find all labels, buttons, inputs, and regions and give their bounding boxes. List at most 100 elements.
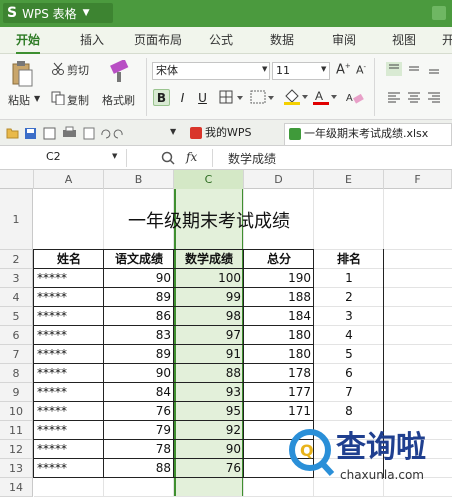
- table-cell[interactable]: 79: [107, 421, 171, 440]
- row-header[interactable]: 10: [0, 402, 33, 421]
- row-header[interactable]: 13: [0, 459, 33, 478]
- table-cell[interactable]: 总分: [247, 250, 311, 269]
- table-cell[interactable]: 86: [107, 307, 171, 326]
- tab-view[interactable]: 视图: [392, 27, 416, 54]
- table-cell[interactable]: 3: [317, 307, 381, 326]
- table-cell[interactable]: 188: [247, 288, 311, 307]
- row-header[interactable]: 5: [0, 307, 33, 326]
- table-cell[interactable]: 2: [317, 288, 381, 307]
- column-header-b[interactable]: B: [104, 170, 174, 189]
- copy-button[interactable]: 复制: [67, 92, 89, 108]
- table-cell[interactable]: 190: [247, 269, 311, 288]
- skin-icon[interactable]: [432, 6, 446, 20]
- row-header[interactable]: 14: [0, 478, 33, 497]
- tab-data[interactable]: 数据: [270, 27, 294, 54]
- bold-button[interactable]: B: [153, 89, 170, 106]
- table-cell[interactable]: 97: [177, 326, 241, 345]
- column-header-f[interactable]: F: [384, 170, 452, 189]
- horizontal-align-icons[interactable]: [386, 90, 446, 104]
- table-cell[interactable]: 177: [247, 383, 311, 402]
- tab-review[interactable]: 审阅: [332, 27, 356, 54]
- tab-my-wps[interactable]: 我的WPS: [186, 123, 278, 145]
- row-header[interactable]: 6: [0, 326, 33, 345]
- table-cell[interactable]: 76: [107, 402, 171, 421]
- table-cell[interactable]: *****: [37, 307, 101, 326]
- italic-button[interactable]: I: [174, 89, 191, 106]
- cut-button[interactable]: 剪切: [67, 62, 89, 78]
- row-header[interactable]: 11: [0, 421, 33, 440]
- table-cell[interactable]: 184: [247, 307, 311, 326]
- table-cell[interactable]: 180: [247, 345, 311, 364]
- table-cell[interactable]: 98: [177, 307, 241, 326]
- table-cell[interactable]: 91: [177, 345, 241, 364]
- shrink-font-icon[interactable]: A-: [356, 63, 366, 77]
- table-cell[interactable]: 5: [317, 345, 381, 364]
- table-cell[interactable]: 语文成绩: [107, 250, 171, 269]
- table-cell[interactable]: 89: [107, 288, 171, 307]
- table-cell[interactable]: 4: [317, 326, 381, 345]
- table-cell[interactable]: 76: [177, 459, 241, 478]
- fill-color-icon[interactable]: [283, 88, 309, 106]
- row-header[interactable]: 3: [0, 269, 33, 288]
- font-name-select[interactable]: 宋体: [152, 62, 270, 80]
- table-cell[interactable]: 180: [247, 326, 311, 345]
- table-cell[interactable]: 姓名: [37, 250, 101, 269]
- table-cell[interactable]: 88: [107, 459, 171, 478]
- table-cell[interactable]: *****: [37, 402, 101, 421]
- table-cell[interactable]: *****: [37, 364, 101, 383]
- column-header-a[interactable]: A: [34, 170, 104, 189]
- formula-input[interactable]: 数学成绩: [228, 150, 276, 167]
- merge-cells-icon[interactable]: [250, 90, 278, 105]
- table-cell[interactable]: *****: [37, 383, 101, 402]
- table-cell[interactable]: 1: [317, 269, 381, 288]
- column-header-d[interactable]: D: [244, 170, 314, 189]
- row-header[interactable]: 12: [0, 440, 33, 459]
- underline-button[interactable]: U: [194, 89, 211, 106]
- tab-formulas[interactable]: 公式: [209, 27, 233, 54]
- clear-format-icon[interactable]: A: [345, 89, 365, 105]
- row-header[interactable]: 9: [0, 383, 33, 402]
- sheet-title[interactable]: 一年级期末考试成绩: [34, 207, 384, 237]
- table-cell[interactable]: 90: [107, 269, 171, 288]
- table-cell[interactable]: 7: [317, 383, 381, 402]
- chevron-down-icon[interactable]: ▼: [170, 127, 176, 136]
- app-menu-button[interactable]: S WPS 表格 ▼: [3, 3, 113, 23]
- table-cell[interactable]: 数学成绩: [177, 250, 241, 269]
- name-box[interactable]: C2: [2, 149, 122, 167]
- function-icon[interactable]: fx: [186, 150, 197, 164]
- chevron-down-icon[interactable]: ▼: [262, 65, 267, 73]
- table-cell[interactable]: 6: [317, 364, 381, 383]
- paste-chevron-icon[interactable]: ▼: [34, 94, 40, 103]
- borders-icon[interactable]: [219, 90, 249, 105]
- brush-icon[interactable]: [108, 60, 130, 84]
- table-cell[interactable]: 89: [107, 345, 171, 364]
- table-cell[interactable]: 95: [177, 402, 241, 421]
- table-cell[interactable]: *****: [37, 421, 101, 440]
- tab-workbook[interactable]: 一年级期末考试成绩.xlsx: [284, 123, 452, 145]
- row-header[interactable]: 2: [0, 250, 33, 269]
- table-cell[interactable]: 90: [177, 440, 241, 459]
- tab-page-layout[interactable]: 页面布局: [134, 27, 182, 54]
- table-cell[interactable]: 178: [247, 364, 311, 383]
- select-all-corner[interactable]: [0, 170, 34, 189]
- table-cell[interactable]: *****: [37, 345, 101, 364]
- grow-font-icon[interactable]: A+: [336, 62, 351, 77]
- table-cell[interactable]: 100: [177, 269, 241, 288]
- row-header[interactable]: 8: [0, 364, 33, 383]
- table-cell[interactable]: *****: [37, 326, 101, 345]
- row-header[interactable]: 4: [0, 288, 33, 307]
- tab-insert[interactable]: 插入: [80, 27, 104, 54]
- tab-more[interactable]: 开: [442, 27, 452, 54]
- table-cell[interactable]: 88: [177, 364, 241, 383]
- font-color-icon[interactable]: A: [312, 88, 338, 106]
- table-cell[interactable]: 83: [107, 326, 171, 345]
- table-cell[interactable]: *****: [37, 269, 101, 288]
- table-cell[interactable]: 78: [107, 440, 171, 459]
- table-cell[interactable]: 99: [177, 288, 241, 307]
- table-cell[interactable]: 90: [107, 364, 171, 383]
- column-header-c[interactable]: C: [174, 170, 244, 189]
- table-cell[interactable]: 排名: [317, 250, 381, 269]
- quick-access-toolbar[interactable]: [6, 126, 126, 140]
- zoom-icon[interactable]: [161, 151, 175, 165]
- table-cell[interactable]: *****: [37, 440, 101, 459]
